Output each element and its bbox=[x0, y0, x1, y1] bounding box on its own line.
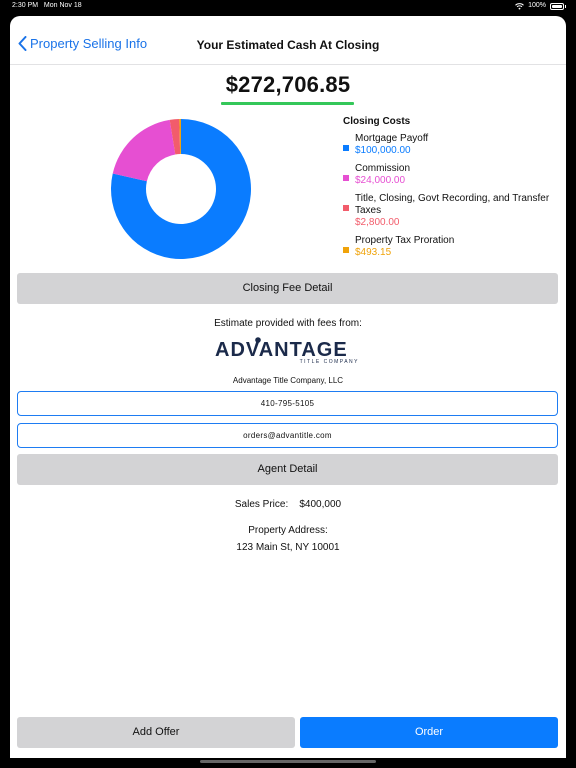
legend-item: Property Tax Proration $493.15 bbox=[343, 235, 553, 259]
legend-title: Closing Costs bbox=[343, 116, 411, 127]
sales-price-label: Sales Price: bbox=[234, 499, 289, 510]
legend-label: Property Tax Proration bbox=[355, 235, 455, 246]
legend-swatch bbox=[343, 205, 349, 211]
advantage-title-logo: ADVANTAGE TITLE COMPANY bbox=[215, 337, 359, 365]
property-address-value: 123 Main St, NY 10001 bbox=[236, 542, 340, 553]
modal-sheet: Property Selling Info Your Estimated Cas… bbox=[10, 16, 566, 758]
home-indicator bbox=[200, 760, 376, 763]
legend-label: Title, Closing, Govt Recording, and Tran… bbox=[355, 193, 550, 216]
agent-detail-button[interactable]: Agent Detail bbox=[17, 454, 558, 485]
property-address-label: Property Address: bbox=[248, 525, 328, 536]
legend-label: Commission bbox=[355, 163, 411, 174]
nav-bar: Property Selling Info Your Estimated Cas… bbox=[10, 16, 566, 65]
wifi-icon bbox=[515, 2, 524, 9]
legend-value: $2,800.00 bbox=[355, 217, 400, 228]
estimated-cash-amount: $272,706.85 bbox=[225, 72, 351, 97]
legend-item: Commission $24,000.00 bbox=[343, 163, 553, 187]
logo-subtext: TITLE COMPANY bbox=[300, 359, 359, 365]
battery-icon bbox=[550, 2, 564, 10]
battery-tip bbox=[565, 4, 566, 8]
legend-value: $100,000.00 bbox=[355, 145, 411, 156]
status-right: 100% bbox=[515, 0, 566, 12]
donut-slice-commission bbox=[112, 119, 176, 182]
logo-figure-head bbox=[255, 337, 261, 343]
order-button[interactable]: Order bbox=[300, 717, 558, 748]
sales-price-value: $400,000 bbox=[299, 499, 342, 510]
legend-value: $24,000.00 bbox=[355, 175, 406, 186]
company-name: Advantage Title Company, LLC bbox=[232, 376, 344, 385]
sales-price-row: Sales Price: $400,000 bbox=[10, 499, 566, 510]
legend-swatch bbox=[343, 247, 349, 253]
closing-fee-detail-button[interactable]: Closing Fee Detail bbox=[17, 273, 558, 304]
legend-item: Title, Closing, Govt Recording, and Tran… bbox=[343, 193, 553, 229]
legend-value: $493.15 bbox=[355, 247, 392, 258]
amount-underline bbox=[221, 102, 354, 105]
date-text: Mon Nov 18 bbox=[43, 2, 82, 9]
email-field[interactable]: orders@advantitle.com bbox=[17, 423, 558, 448]
legend-swatch bbox=[343, 175, 349, 181]
closing-costs-donut-chart bbox=[111, 119, 252, 259]
phone-field[interactable]: 410-795-5105 bbox=[17, 391, 558, 416]
logo-wordmark: ADVANTAGE bbox=[215, 339, 348, 361]
chart-legend: Closing Costs Mortgage Payoff $100,000.0… bbox=[343, 116, 553, 265]
legend-swatch bbox=[343, 145, 349, 151]
estimate-caption: Estimate provided with fees from: bbox=[214, 318, 362, 329]
status-time: 2:30 PM Mon Nov 18 bbox=[12, 0, 82, 12]
time-text: 2:30 PM bbox=[12, 2, 39, 9]
battery-percent: 100% bbox=[528, 2, 546, 9]
legend-item: Mortgage Payoff $100,000.00 bbox=[343, 133, 553, 157]
page-title: Your Estimated Cash At Closing bbox=[196, 38, 380, 52]
status-bar: 2:30 PM Mon Nov 18 100% bbox=[0, 0, 576, 14]
legend-label: Mortgage Payoff bbox=[355, 133, 429, 144]
add-offer-button[interactable]: Add Offer bbox=[17, 717, 295, 748]
